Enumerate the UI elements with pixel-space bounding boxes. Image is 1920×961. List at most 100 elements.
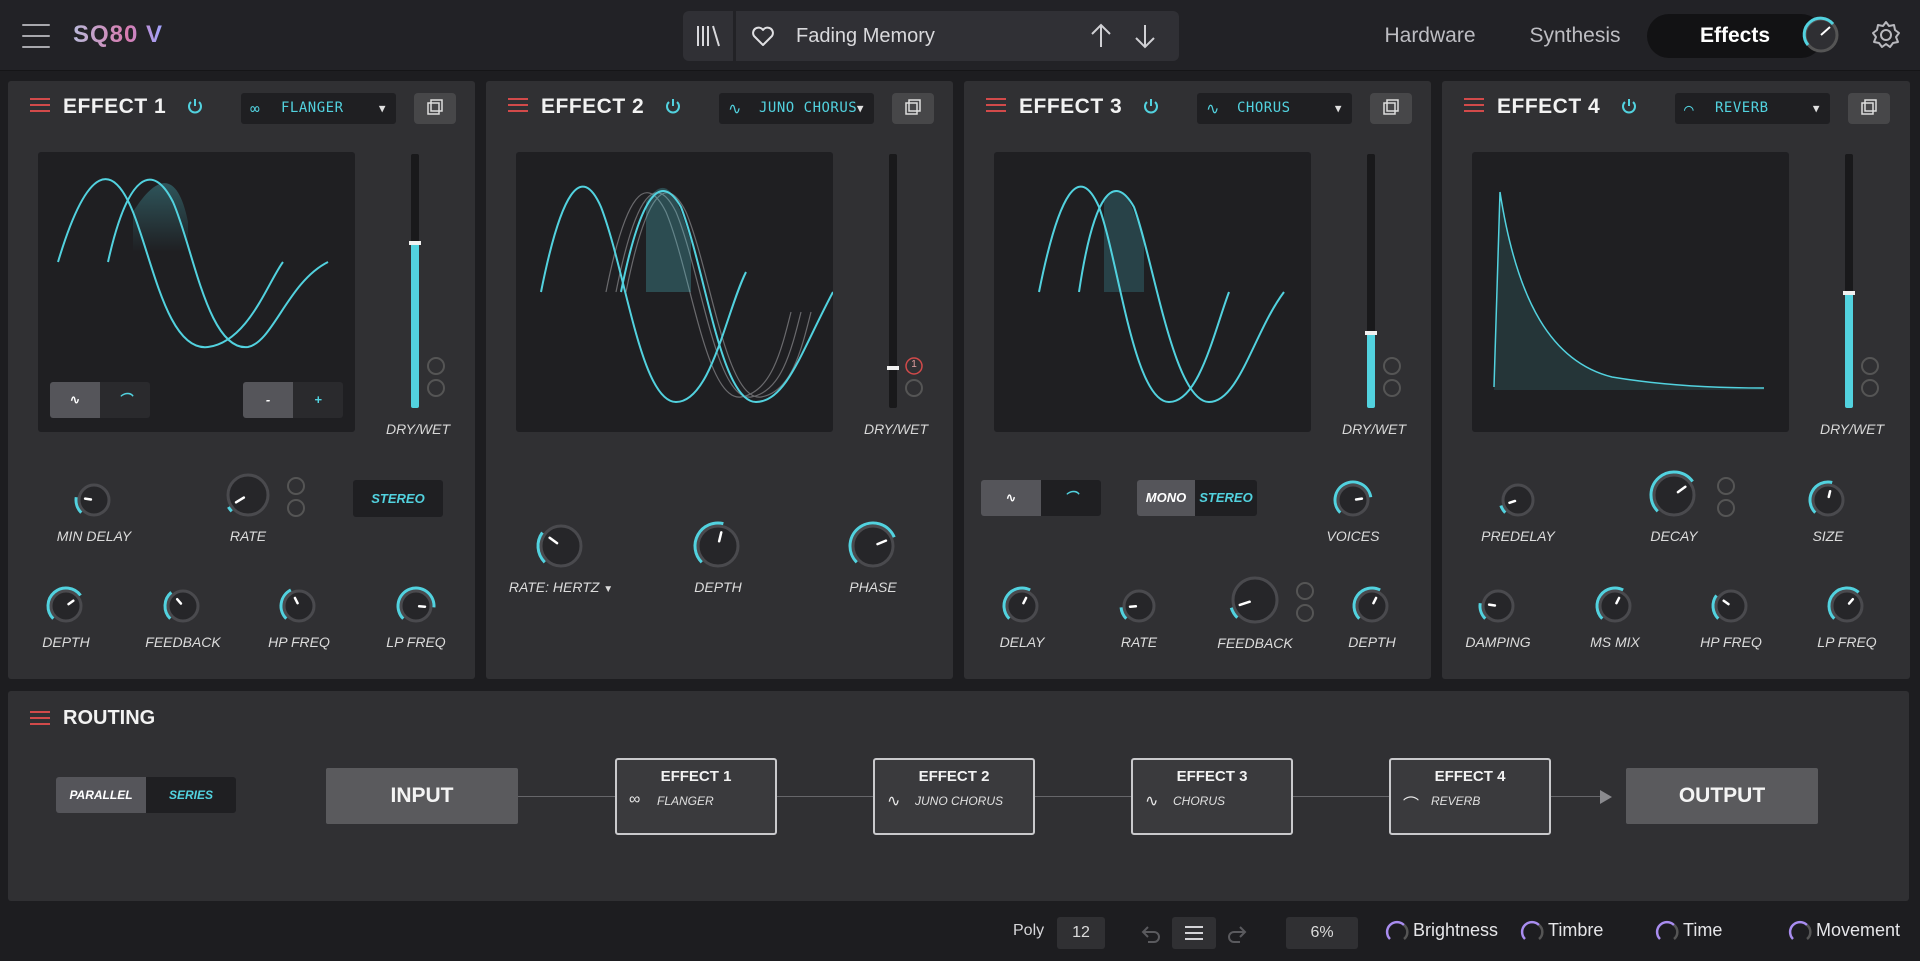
routing-node-effect-2[interactable]: EFFECT 2∿JUNO CHORUS [873, 758, 1035, 835]
settings-gear-icon[interactable] [1868, 17, 1904, 53]
delay-knob[interactable]: DELAY [962, 584, 1082, 650]
tab-effects[interactable]: Effects [1647, 14, 1823, 58]
effect-1-wave-toggle[interactable]: ∿ ⌒ [50, 382, 150, 418]
effect-2-type-select[interactable]: ∿JUNO CHORUS▼ [719, 93, 874, 124]
depth-knob[interactable]: DEPTH [1312, 584, 1432, 650]
knob-dial[interactable] [1476, 584, 1520, 628]
knob-dial[interactable] [277, 584, 321, 628]
series-button[interactable]: SERIES [146, 777, 236, 813]
poly-value[interactable]: 12 [1057, 917, 1105, 949]
knob-dial[interactable] [534, 519, 588, 573]
routing-node-effect-4[interactable]: EFFECT 4⌒REVERB [1389, 758, 1551, 835]
master-volume-knob[interactable] [1800, 14, 1842, 56]
effect-4-copy-button[interactable] [1848, 93, 1890, 124]
mono-stereo-toggle[interactable]: MONO STEREO [1137, 480, 1257, 516]
effect-1-type-select[interactable]: ∞FLANGER▼ [241, 93, 396, 124]
effect-4-power-icon[interactable] [1620, 97, 1638, 115]
knob-dial[interactable] [1709, 584, 1753, 628]
preset-browser-button[interactable] [683, 11, 733, 61]
knob-dial[interactable] [1806, 478, 1850, 522]
effect-3-drywet-slider[interactable] [1367, 154, 1375, 408]
knob-dial[interactable] [1350, 584, 1394, 628]
routing-menu-icon[interactable] [30, 710, 50, 726]
effect-2-menu-icon[interactable] [508, 97, 528, 113]
effect-1-copy-button[interactable] [414, 93, 456, 124]
slider-handle[interactable] [1843, 291, 1855, 295]
rate-knob[interactable]: RATE [1079, 584, 1199, 650]
next-preset-arrow-icon[interactable] [1128, 19, 1162, 53]
main-menu-icon[interactable] [22, 24, 50, 48]
preset-selector[interactable]: Fading Memory [736, 11, 1179, 61]
slider-handle[interactable] [1365, 331, 1377, 335]
knob-dial[interactable] [1593, 584, 1637, 628]
effect-4-drywet-slider[interactable] [1845, 154, 1853, 408]
effect-3-type-select[interactable]: ∿CHORUS▼ [1197, 93, 1352, 124]
knob-dial[interactable] [1000, 584, 1044, 628]
routing-node-effect-1[interactable]: EFFECT 1∞FLANGER [615, 758, 777, 835]
modulation-rings-icon[interactable] [425, 356, 447, 398]
phase-knob[interactable]: PHASE [813, 519, 933, 595]
sine-wave-button[interactable]: ∿ [981, 480, 1041, 516]
knob-dial[interactable] [1647, 468, 1701, 522]
undo-icon[interactable] [1138, 924, 1160, 944]
macro-timbre[interactable]: Timbre [1520, 920, 1603, 941]
knob-dial[interactable] [846, 519, 900, 573]
effect-4-menu-icon[interactable] [1464, 97, 1484, 113]
routing-node-effect-3[interactable]: EFFECT 3∿CHORUS [1131, 758, 1293, 835]
effect-3-menu-icon[interactable] [986, 97, 1006, 113]
previous-preset-arrow-icon[interactable] [1084, 19, 1118, 53]
modulation-rings-icon[interactable] [1859, 356, 1881, 398]
effect-1-menu-icon[interactable] [30, 97, 50, 113]
tab-hardware[interactable]: Hardware [1365, 14, 1495, 58]
macro-time[interactable]: Time [1655, 920, 1722, 941]
app-logo[interactable]: SQ80 V [73, 21, 163, 49]
knob-dial[interactable] [72, 478, 116, 522]
heart-icon[interactable] [750, 23, 776, 49]
macro-brightness[interactable]: Brightness [1385, 920, 1498, 941]
mono-button[interactable]: MONO [1137, 480, 1195, 516]
sine-wave-button[interactable]: ∿ [50, 382, 100, 418]
routing-mode-toggle[interactable]: PARALLEL SERIES [56, 777, 236, 813]
modulation-rings-icon[interactable] [285, 476, 307, 518]
lp-freq-knob[interactable]: LP FREQ [1787, 584, 1907, 650]
feedback-knob[interactable]: FEEDBACK [123, 584, 243, 650]
depth-knob[interactable]: DEPTH [6, 584, 126, 650]
modulation-rings-icon[interactable] [1381, 356, 1403, 398]
history-list-button[interactable] [1172, 917, 1216, 949]
knob-dial[interactable] [1331, 478, 1375, 522]
knob-dial[interactable] [1825, 584, 1869, 628]
knob-dial[interactable] [161, 584, 205, 628]
effect-3-power-icon[interactable] [1142, 97, 1160, 115]
redo-icon[interactable] [1228, 924, 1250, 944]
tab-synthesis[interactable]: Synthesis [1510, 14, 1640, 58]
rate-mode-select[interactable]: RATE: HERTZ [509, 579, 600, 595]
slider-handle[interactable] [409, 241, 421, 245]
effect-2-power-icon[interactable] [664, 97, 682, 115]
voices-knob[interactable]: VOICES [1293, 478, 1413, 544]
triangle-wave-button[interactable]: ⌒ [1041, 480, 1101, 516]
effect-3-copy-button[interactable] [1370, 93, 1412, 124]
effect-3-wave-toggle[interactable]: ∿ ⌒ [981, 480, 1101, 516]
effect-4-type-select[interactable]: ⌒REVERB▼ [1675, 93, 1830, 124]
hp-freq-knob[interactable]: HP FREQ [239, 584, 359, 650]
stereo-button[interactable]: STEREO [353, 480, 443, 517]
minus-button[interactable]: - [243, 382, 293, 418]
knob-dial[interactable] [1496, 478, 1540, 522]
rate-hertz-knob[interactable]: RATE: HERTZ ▼ [501, 519, 621, 595]
lp-freq-knob[interactable]: LP FREQ [356, 584, 476, 650]
ms-mix-knob[interactable]: MS MIX [1555, 584, 1675, 650]
knob-dial[interactable] [1117, 584, 1161, 628]
triangle-wave-button[interactable]: ⌒ [100, 382, 150, 418]
knob-dial[interactable] [221, 468, 275, 522]
damping-knob[interactable]: DAMPING [1438, 584, 1558, 650]
slider-handle[interactable] [887, 366, 899, 370]
effect-1-power-icon[interactable] [186, 97, 204, 115]
modulation-rings-icon[interactable] [1715, 476, 1737, 518]
effect-2-drywet-slider[interactable] [889, 154, 897, 408]
size-knob[interactable]: SIZE [1768, 478, 1888, 544]
zoom-level[interactable]: 6% [1286, 917, 1358, 949]
min-delay-knob[interactable]: MIN DELAY [34, 478, 154, 544]
stereo-button[interactable]: STEREO [1195, 480, 1257, 516]
depth-knob[interactable]: DEPTH [658, 519, 778, 595]
hp-freq-knob[interactable]: HP FREQ [1671, 584, 1791, 650]
